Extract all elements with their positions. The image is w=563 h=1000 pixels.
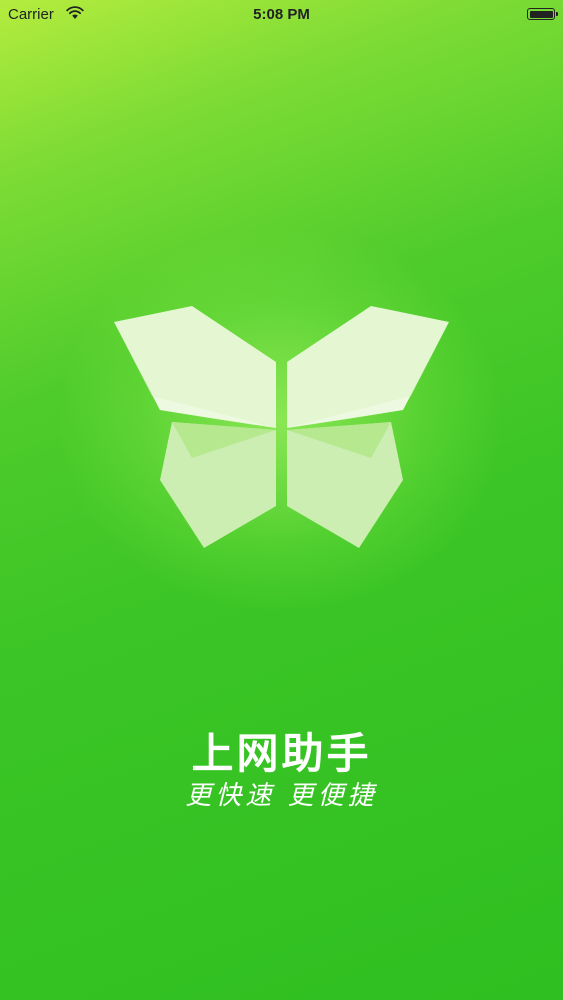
splash-screen: Carrier 5:08 PM 上网助手 更快速 更便捷 bbox=[0, 0, 563, 1000]
app-slogan: 更快速 更便捷 bbox=[185, 781, 378, 811]
app-title: 上网助手 bbox=[191, 730, 372, 777]
butterfly-icon bbox=[114, 306, 449, 548]
status-time: 5:08 PM bbox=[253, 6, 310, 23]
battery-icon bbox=[527, 8, 558, 20]
status-bar: Carrier 5:08 PM bbox=[0, 0, 563, 30]
